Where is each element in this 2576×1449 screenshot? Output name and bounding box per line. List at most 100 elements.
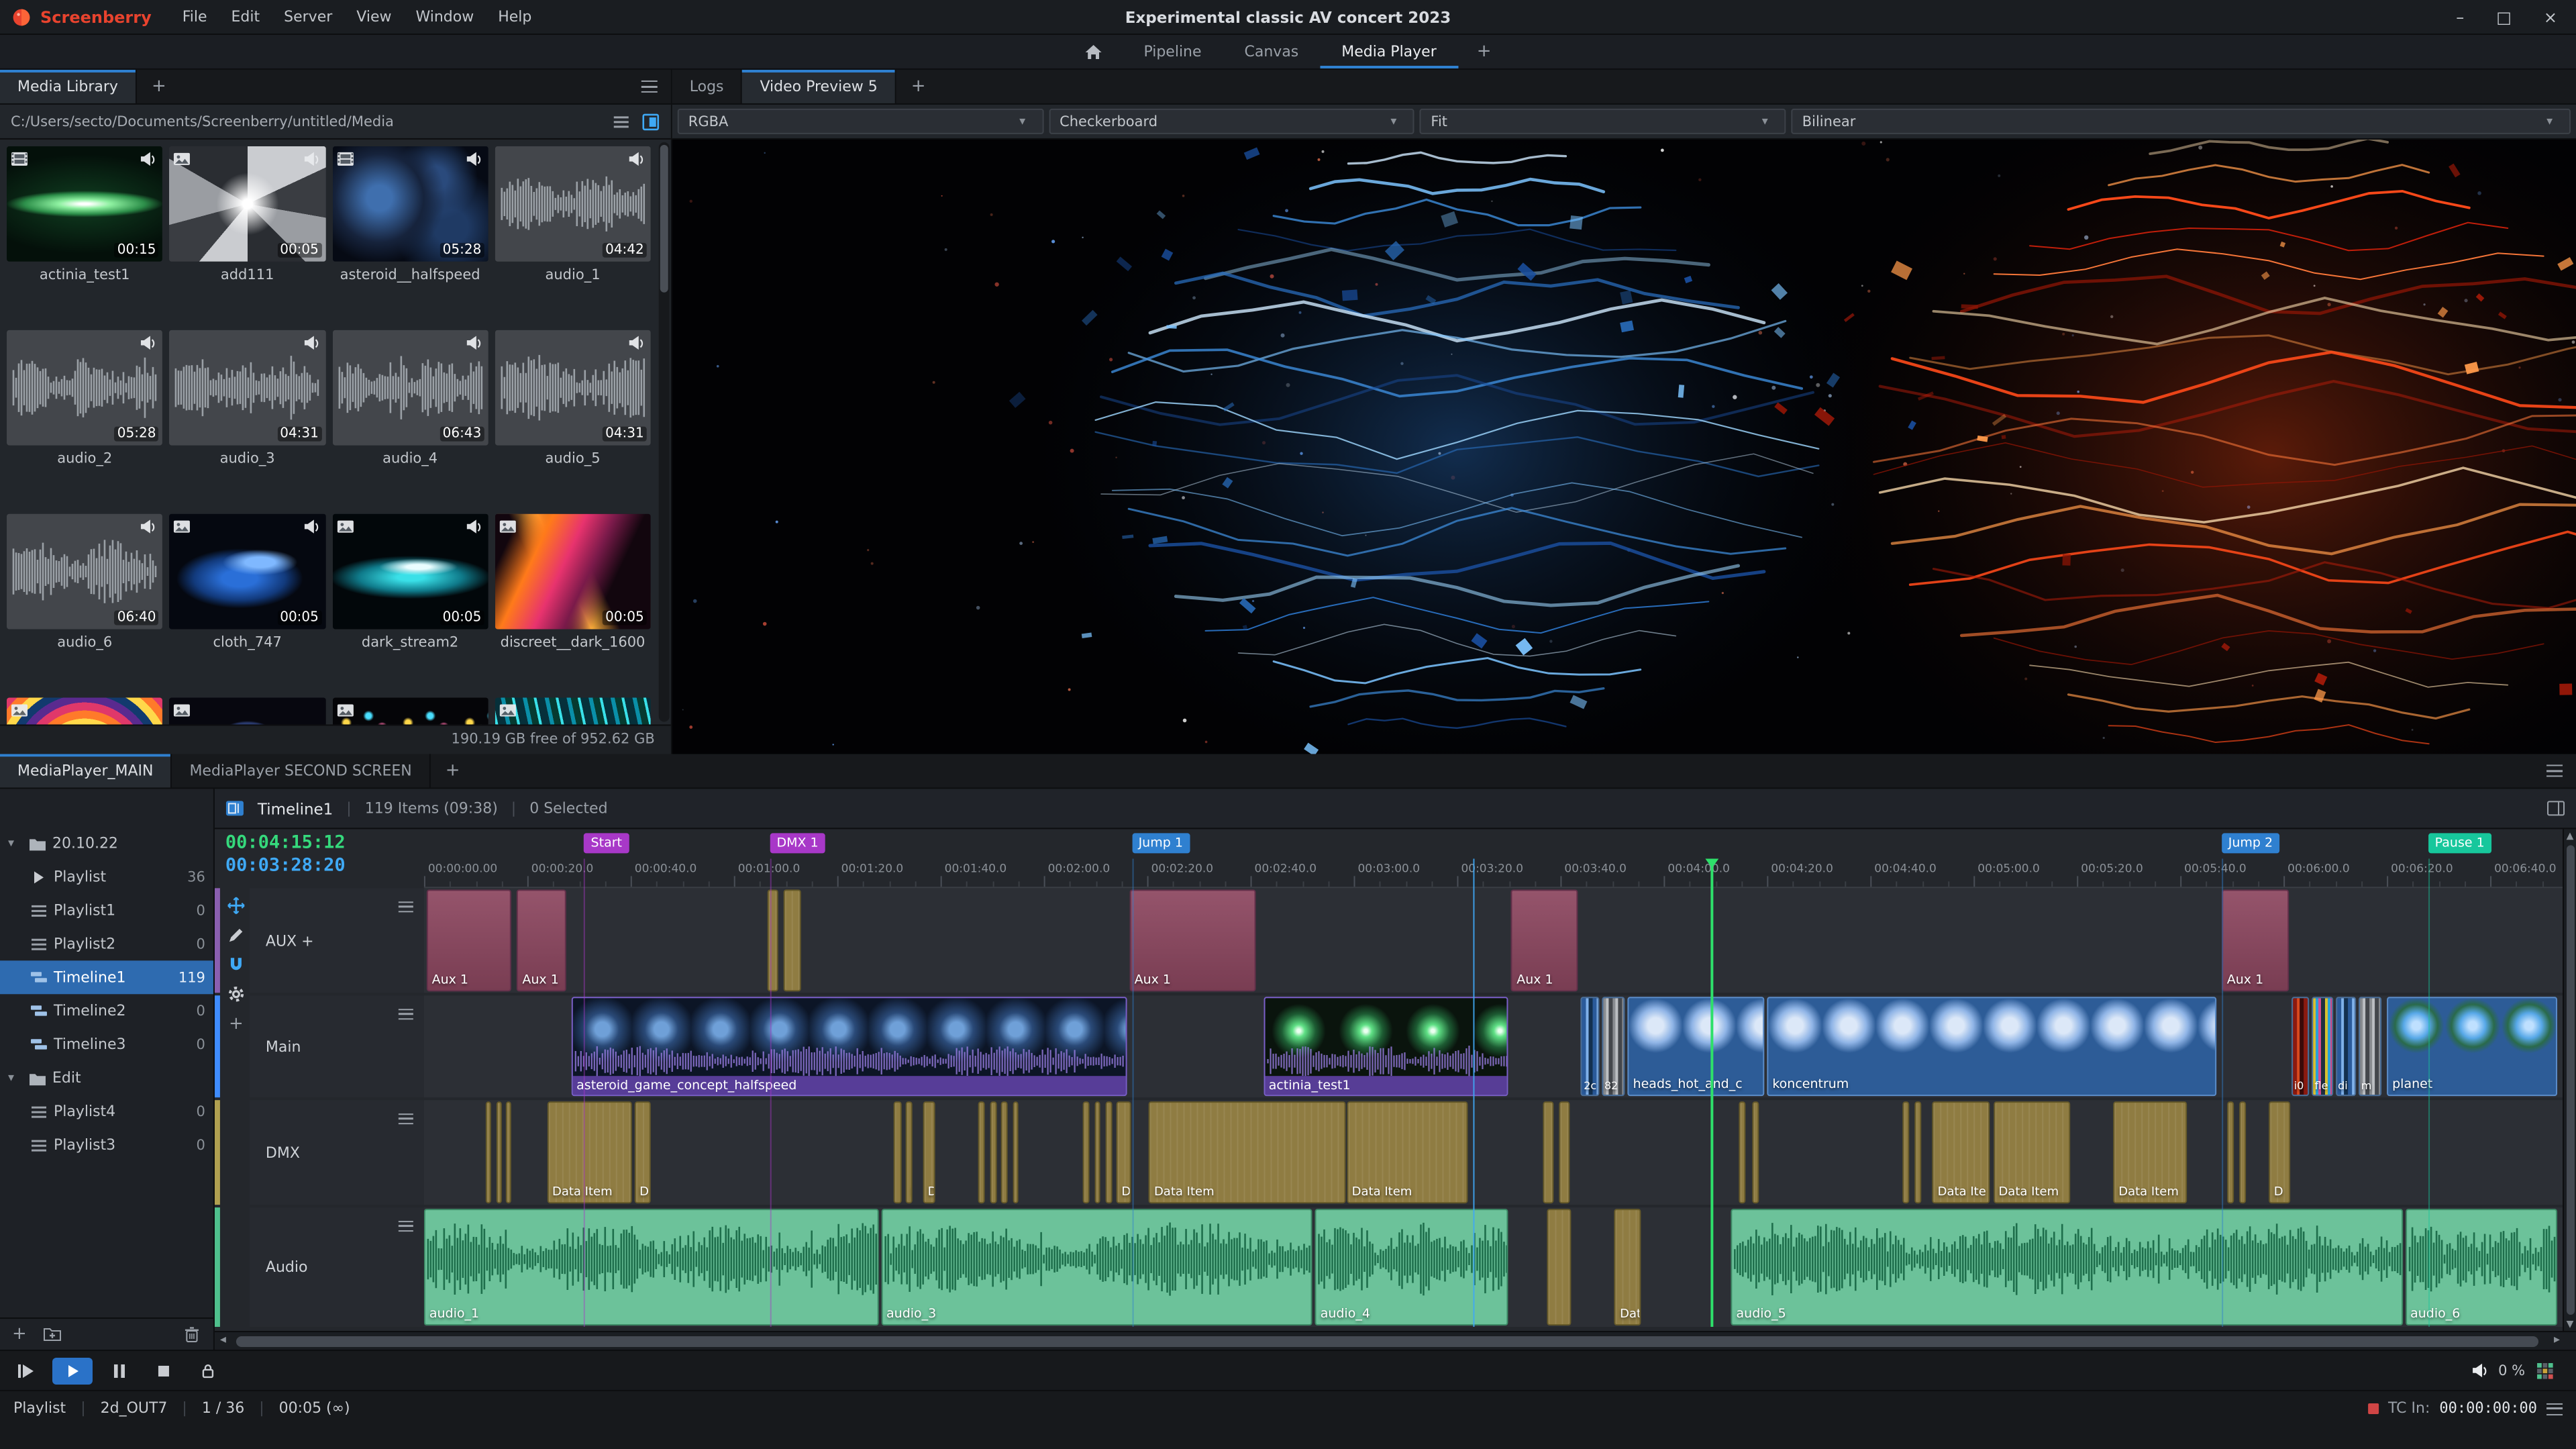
background-select[interactable]: Checkerboard ▾ xyxy=(1049,108,1415,134)
scroll-up-icon[interactable]: ▲ xyxy=(2564,830,2576,841)
track-menu-icon[interactable] xyxy=(398,901,413,913)
media-item[interactable]: 00:05 add111 xyxy=(169,146,325,323)
scaling-select[interactable]: Fit ▾ xyxy=(1420,108,1786,134)
timeline-clip[interactable] xyxy=(1013,1101,1019,1204)
add-player-tab-button[interactable]: + xyxy=(431,754,475,787)
timeline-vertical-scrollbar[interactable]: ▲ ▼ xyxy=(2563,829,2576,1332)
home-tab[interactable] xyxy=(1066,35,1122,68)
marker-jump-1[interactable]: Jump 1 xyxy=(1131,833,1190,854)
timeline-clip[interactable] xyxy=(2238,1101,2246,1204)
add-folder-icon[interactable] xyxy=(43,1326,62,1343)
track-menu-icon[interactable] xyxy=(398,1009,413,1020)
timeline-clip[interactable] xyxy=(1902,1101,1910,1204)
track-lane-main[interactable]: asteroid_game_concept_halfspeed actinia_t… xyxy=(423,995,2563,1098)
media-item[interactable]: 06:40 audio_6 xyxy=(6,513,163,691)
track-header-dmx[interactable]: DMX xyxy=(249,1100,424,1205)
media-item[interactable]: 00:05 dark_stream2 xyxy=(331,513,488,691)
timeline-clip[interactable]: planet xyxy=(2387,997,2558,1097)
marker-pause-1[interactable]: Pause 1 xyxy=(2428,833,2491,854)
tab-video-preview-5[interactable]: Video Preview 5 xyxy=(742,69,896,103)
list-view-icon[interactable] xyxy=(612,112,631,131)
track-lane-audio[interactable]: audio_1 audio_3 audio_4 Dat audio_5 audio_6 xyxy=(423,1207,2563,1328)
timeline-clip[interactable]: heads_hot_and_c xyxy=(1627,997,1765,1097)
timeline-clip[interactable] xyxy=(1083,1101,1090,1204)
media-item[interactable]: 04:31 audio_3 xyxy=(169,330,325,507)
timeline-clip[interactable]: fle xyxy=(2312,997,2333,1097)
menu-help[interactable]: Help xyxy=(486,0,544,34)
scroll-left-icon[interactable]: ◂ xyxy=(220,1332,226,1350)
timeline-clip[interactable]: audio_6 xyxy=(2405,1209,2558,1326)
library-scrollbar[interactable] xyxy=(658,142,670,722)
timeline-clip[interactable] xyxy=(1542,1101,1554,1204)
tab-mediaplayer-second-screen[interactable]: MediaPlayer SECOND SCREEN xyxy=(172,754,431,788)
timeline-clip[interactable] xyxy=(978,1101,985,1204)
scroll-right-icon[interactable]: ▸ xyxy=(2554,1332,2560,1350)
timeline-clip[interactable]: actinia_test1 xyxy=(1263,997,1509,1097)
vscroll-thumb[interactable] xyxy=(2567,845,2575,1315)
tree-item-20-10-22[interactable]: ▾ 20.10.22 xyxy=(0,826,213,860)
add-library-tab-button[interactable]: + xyxy=(137,70,181,103)
status-menu-icon[interactable] xyxy=(2546,1402,2563,1415)
media-item[interactable] xyxy=(331,697,488,725)
grid-view-icon[interactable] xyxy=(641,112,660,131)
track-header-main[interactable]: Main xyxy=(249,995,424,1098)
minimize-button[interactable]: – xyxy=(2456,7,2464,26)
cue-button[interactable] xyxy=(8,1357,43,1384)
timeline-clip[interactable] xyxy=(486,1101,491,1204)
media-item[interactable]: 04:31 audio_5 xyxy=(495,330,651,507)
tree-item-playlist2[interactable]: Playlist2 0 xyxy=(0,927,213,960)
timeline-clip[interactable]: di xyxy=(2335,997,2356,1097)
gear-icon[interactable] xyxy=(227,985,246,1003)
snap-magnet-icon[interactable] xyxy=(227,955,246,974)
timeline-clip[interactable]: D xyxy=(634,1101,650,1204)
chevron-down-icon[interactable]: ▾ xyxy=(8,836,21,850)
timeline-horizontal-scrollbar[interactable]: ◂ ▸ xyxy=(214,1331,2576,1350)
library-menu-icon[interactable] xyxy=(641,80,658,93)
timeline-clip[interactable] xyxy=(1000,1101,1008,1204)
pause-button[interactable] xyxy=(102,1357,137,1384)
timeline-clip[interactable]: asteroid_game_concept_halfspeed xyxy=(571,997,1127,1097)
timeline-clip[interactable] xyxy=(1751,1101,1759,1204)
timeline-clip[interactable]: audio_4 xyxy=(1315,1209,1509,1326)
timeline-clip[interactable]: D xyxy=(906,1101,913,1204)
tree-item-timeline1[interactable]: Timeline1 119 xyxy=(0,960,213,995)
timeline-clip[interactable] xyxy=(782,889,801,992)
menu-window[interactable]: Window xyxy=(403,0,486,34)
tab-logs[interactable]: Logs xyxy=(672,69,743,103)
player-menu-icon[interactable] xyxy=(2546,764,2563,777)
media-item[interactable] xyxy=(495,697,651,725)
media-item[interactable]: 04:42 audio_1 xyxy=(495,146,651,323)
add-workspace-tab-button[interactable]: + xyxy=(1458,35,1510,68)
timeline-clip[interactable]: Aux 1 xyxy=(426,889,512,992)
timeline-clip[interactable]: Dat xyxy=(1614,1209,1641,1326)
track-menu-icon[interactable] xyxy=(398,1221,413,1232)
chevron-down-icon[interactable]: ▾ xyxy=(8,1071,21,1085)
timeline-clip[interactable]: 2c xyxy=(1581,997,1600,1097)
track-menu-icon[interactable] xyxy=(398,1113,413,1125)
library-path[interactable]: C:/Users/secto/Documents/Screenberry/unt… xyxy=(11,113,394,130)
timeline-clip[interactable] xyxy=(1547,1209,1571,1326)
tree-item-playlist1[interactable]: Playlist1 0 xyxy=(0,893,213,927)
timeline-clip[interactable] xyxy=(1739,1101,1746,1204)
timeline-clip[interactable]: Aux 1 xyxy=(1511,889,1579,992)
timeline-clip[interactable]: i0 xyxy=(2291,997,2310,1097)
tree-item-playlist3[interactable]: Playlist3 0 xyxy=(0,1128,213,1162)
tree-item-timeline3[interactable]: Timeline3 0 xyxy=(0,1028,213,1061)
timeline-clip[interactable]: Data Item xyxy=(546,1101,632,1204)
tree-item-timeline2[interactable]: Timeline2 0 xyxy=(0,994,213,1028)
timeline-clip[interactable]: Aux 1 xyxy=(517,889,566,992)
add-track-icon[interactable]: + xyxy=(229,1014,244,1034)
play-button[interactable] xyxy=(52,1356,93,1384)
timeline-clip[interactable] xyxy=(1094,1101,1101,1204)
nav-tab-pipeline[interactable]: Pipeline xyxy=(1122,35,1223,68)
lock-button[interactable] xyxy=(191,1357,225,1384)
video-preview[interactable] xyxy=(672,139,2576,754)
nav-tab-canvas[interactable]: Canvas xyxy=(1223,35,1321,68)
marker-dmx-1[interactable]: DMX 1 xyxy=(770,833,825,854)
scroll-down-icon[interactable]: ▼ xyxy=(2564,1319,2576,1330)
timeline-clip[interactable] xyxy=(1105,1101,1113,1204)
media-item[interactable] xyxy=(6,697,163,725)
menu-edit[interactable]: Edit xyxy=(219,0,272,34)
media-item[interactable]: 00:05 discreet__dark_1600 xyxy=(495,513,651,691)
timeline-panel-icon[interactable] xyxy=(225,799,244,817)
